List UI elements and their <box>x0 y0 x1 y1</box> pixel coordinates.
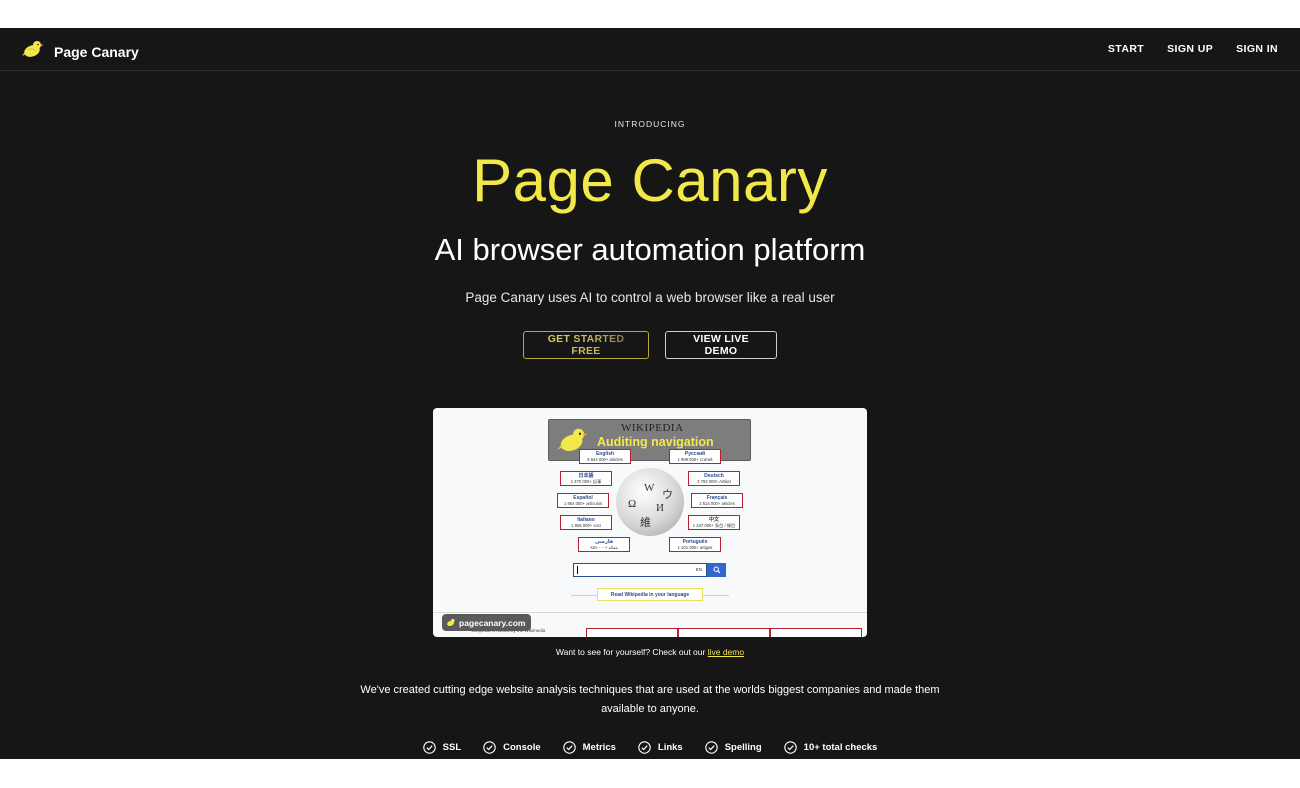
live-demo-link[interactable]: live demo <box>708 647 744 657</box>
page: Page Canary START SIGN UP SIGN IN INTROD… <box>0 28 1300 759</box>
check-label: Spelling <box>724 742 762 753</box>
lang-count: ۹۵۹ ۰۰۰+ مقاله <box>590 544 618 550</box>
lang-count: 2 514 000+ articles <box>699 500 735 506</box>
hero-actions: GET STARTED FREE VIEW LIVE DEMO <box>0 331 1300 359</box>
lang-box: Español 1 854 000+ artículos <box>557 493 609 508</box>
text-caret <box>577 566 578 574</box>
lang-name: Deutsch <box>704 472 724 479</box>
check-label: 10+ total checks <box>803 742 878 753</box>
get-started-label: GET STARTED FREE <box>538 333 634 357</box>
watermark-badge: pagecanary.com <box>442 614 532 632</box>
hero-eyebrow: INTRODUCING <box>614 119 686 129</box>
lang-name: Italiano <box>577 516 595 523</box>
lang-name: 中文 <box>708 516 719 523</box>
lang-name: فارسی <box>594 538 613 545</box>
top-nav: Page Canary START SIGN UP SIGN IN <box>0 28 1300 71</box>
read-in-language-button: Read Wikipedia in your language <box>597 588 703 601</box>
brand[interactable]: Page Canary <box>22 39 139 64</box>
check-item-spelling: Spelling <box>704 741 762 754</box>
lang-count: 1 806 000+ voci <box>571 522 601 528</box>
wikipedia-globe-icon: W Ω И 維 ウ <box>616 468 684 536</box>
search-lang-select: EN <box>695 567 702 572</box>
lang-count: 6 644 000+ articles <box>587 456 623 462</box>
lang-box <box>678 628 770 637</box>
nav-link-start[interactable]: START <box>1108 43 1144 55</box>
lang-box: Deutsch 2 792 000+ Artikel <box>688 471 740 486</box>
lang-box <box>770 628 862 637</box>
check-circle-icon <box>422 741 436 754</box>
lang-box: Italiano 1 806 000+ voci <box>560 515 612 530</box>
lang-box: Português 1 101 000+ artigos <box>669 537 721 552</box>
check-item-links: Links <box>638 741 683 754</box>
brand-name: Page Canary <box>54 43 139 60</box>
divider <box>433 612 867 613</box>
check-circle-icon <box>783 741 797 754</box>
overlay-status-text: Auditing navigation <box>597 435 714 449</box>
lang-count: 1 909 000+ статей <box>677 456 713 462</box>
lang-count: 2 792 000+ Artikel <box>697 478 731 484</box>
check-item-total: 10+ total checks <box>783 741 878 754</box>
lang-box: فارسی ۹۵۹ ۰۰۰+ مقاله <box>578 537 630 552</box>
demo-cta-text: Want to see for yourself? Check out our <box>555 647 706 657</box>
lang-box: Français 2 514 000+ articles <box>691 493 743 508</box>
check-circle-icon <box>562 741 576 754</box>
lang-count: 1 101 000+ artigos <box>677 544 713 550</box>
lang-box: 日本語 1 370 000+ 記事 <box>560 471 612 486</box>
lang-name: Español <box>573 494 593 501</box>
demo-preview-image: WIKIPEDIA Auditing navigation English 6 6… <box>433 408 867 637</box>
check-label: Console <box>503 742 541 753</box>
check-circle-icon <box>638 741 651 754</box>
lang-count: 1 370 000+ 記事 <box>570 478 602 484</box>
nav-link-sign-up[interactable]: SIGN UP <box>1167 43 1213 55</box>
hero-title: Page Canary <box>472 147 828 214</box>
wiki-search-input: EN <box>573 563 707 577</box>
lang-box: English 6 644 000+ articles <box>579 449 631 464</box>
wiki-search-bar: EN <box>573 563 726 577</box>
get-started-button[interactable]: GET STARTED FREE <box>523 331 649 359</box>
intro-paragraph: We've created cutting edge website analy… <box>360 684 940 715</box>
search-icon <box>707 563 726 577</box>
lang-name: 日本語 <box>578 472 594 479</box>
demo-cta-line: Want to see for yourself? Check out our … <box>0 647 1300 657</box>
wikipedia-wordmark: WIKIPEDIA <box>621 422 684 434</box>
canary-bird-icon <box>22 39 44 64</box>
feature-checklist: SSL Console Metrics Links Spelling 10+ t… <box>0 741 1300 754</box>
nav-links: START SIGN UP SIGN IN <box>1108 43 1278 55</box>
check-label: Metrics <box>582 742 616 753</box>
check-circle-icon <box>483 741 496 754</box>
check-item-metrics: Metrics <box>562 741 616 754</box>
watermark-text: pagecanary.com <box>459 617 526 628</box>
lang-box: 中文 1 347 000+ 条目 / 條目 <box>688 515 740 530</box>
lang-name: Русский <box>684 450 706 457</box>
check-item-console: Console <box>483 741 541 754</box>
lang-box <box>586 628 678 637</box>
check-label: Links <box>657 742 683 753</box>
lang-name: Português <box>682 538 708 545</box>
canary-bird-icon <box>446 614 456 632</box>
check-label: SSL <box>442 742 462 753</box>
view-live-demo-button[interactable]: VIEW LIVE DEMO <box>665 331 777 359</box>
check-circle-icon <box>704 741 718 754</box>
hero-description: Page Canary uses AI to control a web bro… <box>465 290 835 305</box>
nav-link-sign-in[interactable]: SIGN IN <box>1236 43 1278 55</box>
lang-count: 1 854 000+ artículos <box>563 500 603 506</box>
lang-name: Français <box>706 494 728 501</box>
hero-subtitle: AI browser automation platform <box>434 232 866 267</box>
lang-name: English <box>595 450 615 457</box>
lang-count: 1 347 000+ 条目 / 條目 <box>692 522 736 528</box>
check-item-ssl: SSL <box>422 741 462 754</box>
lang-box: Русский 1 909 000+ статей <box>669 449 721 464</box>
